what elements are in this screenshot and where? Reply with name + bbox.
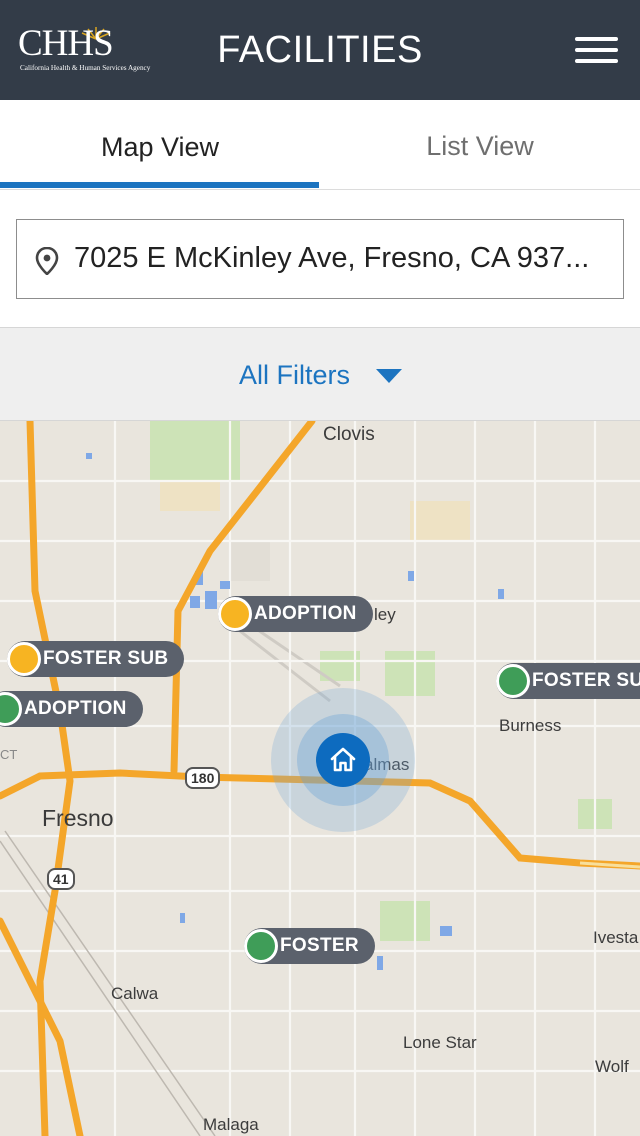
marker-dot-green-icon [244,929,278,963]
place-label-ley: ley [374,605,396,624]
marker-dot-green-icon [496,664,530,698]
home-icon [330,747,356,772]
highway-shield-180: 180 [185,767,221,789]
facility-marker-foster-sub-green[interactable]: FOSTER SUB [496,663,640,699]
map-canvas[interactable]: Clovis Fresno Burness Calwa Lone Star Wo… [0,421,640,1136]
place-label-malaga: Malaga [203,1115,259,1134]
app-header: CHHS California Health & Human Services … [0,0,640,100]
home-location-pin[interactable] [316,733,370,787]
search-section: 7025 E McKinley Ave, Fresno, CA 937... [0,190,640,327]
place-label-wolf: Wolf [595,1057,629,1076]
filters-label: All Filters [239,360,351,390]
marker-label: ADOPTION [24,698,127,719]
place-label-ct: CT [0,747,18,762]
place-label-fresno: Fresno [42,805,114,831]
highway-shield-41: 41 [47,868,75,890]
hamburger-menu-icon [575,37,618,41]
page-title: FACILITIES [217,29,423,71]
marker-label: FOSTER SUB [43,648,169,669]
marker-label: FOSTER [280,935,359,956]
place-label-ivesta: Ivesta [593,928,639,947]
place-label-burness: Burness [499,716,562,735]
facility-marker-foster-sub[interactable]: FOSTER SUB [7,641,185,677]
hamburger-menu-button[interactable] [572,34,620,66]
tab-list-view[interactable]: List View [320,100,640,190]
marker-dot-yellow-icon [218,597,252,631]
search-input-value[interactable]: 7025 E McKinley Ave, Fresno, CA 937... [74,220,614,298]
caret-down-icon [376,369,402,383]
marker-dot-yellow-icon [7,642,41,676]
facility-marker-adoption-green[interactable]: ADOPTION [0,691,143,727]
facility-marker-foster[interactable]: FOSTER [244,928,375,964]
place-label-calwa: Calwa [111,984,159,1003]
marker-label: ADOPTION [254,603,357,624]
place-label-lone-star: Lone Star [403,1033,477,1052]
marker-label: FOSTER SUB [532,670,640,691]
all-filters-toggle[interactable]: All Filters [0,327,640,421]
place-label-clovis: Clovis [323,424,375,445]
location-pin-icon [35,247,59,275]
facility-marker-adoption[interactable]: ADOPTION [218,596,373,632]
tab-map-view[interactable]: Map View [0,100,320,190]
view-tabs: Map View List View [0,100,640,190]
active-tab-indicator [0,182,319,188]
marker-dot-green-icon [0,692,22,726]
address-search-input[interactable]: 7025 E McKinley Ave, Fresno, CA 937... [16,219,624,299]
